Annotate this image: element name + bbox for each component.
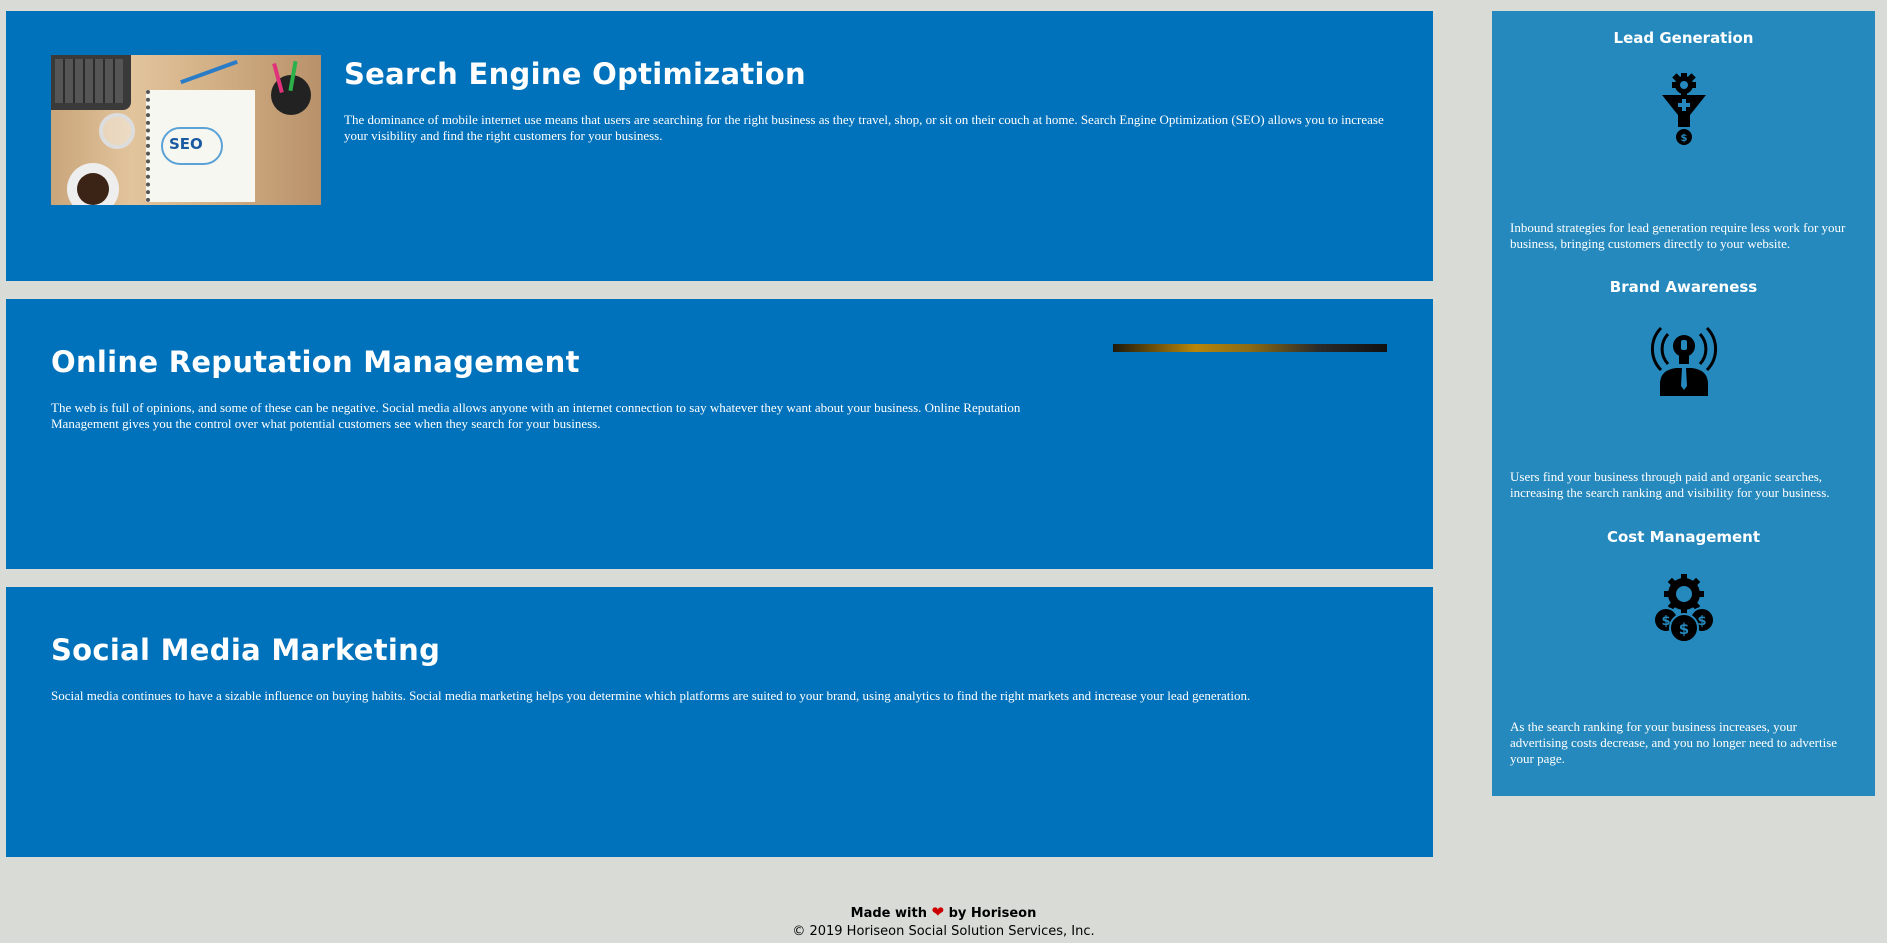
benefits-sidebar: Lead Generation $ Inbound strategies for…: [1492, 11, 1875, 796]
lightbulb-person-icon: [1646, 320, 1722, 396]
service-online-reputation: Online Reputation Management The web is …: [6, 299, 1433, 569]
svg-text:$: $: [1681, 133, 1688, 144]
benefit-cost-management: Cost Management $ $ $ As the search rank…: [1492, 528, 1875, 766]
svg-text:$: $: [1661, 614, 1670, 629]
seo-image-text: SEO: [169, 135, 203, 153]
benefit-text: Users find your business through paid an…: [1510, 469, 1830, 500]
benefit-title: Cost Management: [1606, 528, 1761, 546]
pen-graphic: [180, 59, 238, 85]
benefit-title: Brand Awareness: [1609, 278, 1758, 296]
svg-text:$: $: [1697, 614, 1706, 629]
benefit-brand-awareness: Brand Awareness Users find your business: [1492, 278, 1875, 500]
made-with-suffix: by Horiseon: [948, 906, 1037, 921]
made-with-line: Made with ❤ by Horiseon: [0, 903, 1887, 923]
service-title: Online Reputation Management: [51, 345, 580, 379]
service-seo: SEO Search Engine Optimization The domin…: [6, 11, 1433, 281]
service-text: Social media continues to have a sizable…: [51, 688, 1251, 703]
benefit-text: Inbound strategies for lead generation r…: [1510, 220, 1846, 251]
coffee-cup-graphic: [67, 163, 119, 205]
service-social-media: Social Media Marketing Social media cont…: [6, 587, 1433, 857]
copyright-text: © 2019 Horiseon Social Solution Services…: [792, 924, 1095, 939]
service-title: Search Engine Optimization: [344, 57, 806, 91]
laptop-graphic: [51, 55, 131, 110]
service-text: The web is full of opinions, and some of…: [51, 400, 1021, 431]
svg-text:$: $: [1679, 620, 1689, 638]
made-with-prefix: Made with: [850, 906, 927, 921]
service-title: Social Media Marketing: [51, 633, 441, 667]
heart-icon: ❤: [931, 903, 945, 921]
keyboard-graphic: [55, 59, 123, 103]
benefit-title: Lead Generation: [1613, 29, 1754, 47]
magnifier-graphic: [99, 113, 135, 149]
benefit-lead-generation: Lead Generation $ Inbound strategies for…: [1492, 29, 1875, 251]
gear-coins-icon: $ $ $: [1646, 570, 1722, 646]
benefit-text: As the search ranking for your business …: [1510, 719, 1838, 766]
page-footer: Made with ❤ by Horiseon © 2019 Horiseon …: [0, 903, 1887, 941]
service-text: The dominance of mobile internet use mea…: [344, 112, 1384, 143]
reputation-image-strip: [1113, 344, 1387, 352]
funnel-gear-dollar-icon: $: [1646, 71, 1722, 147]
seo-image: SEO: [51, 55, 321, 205]
